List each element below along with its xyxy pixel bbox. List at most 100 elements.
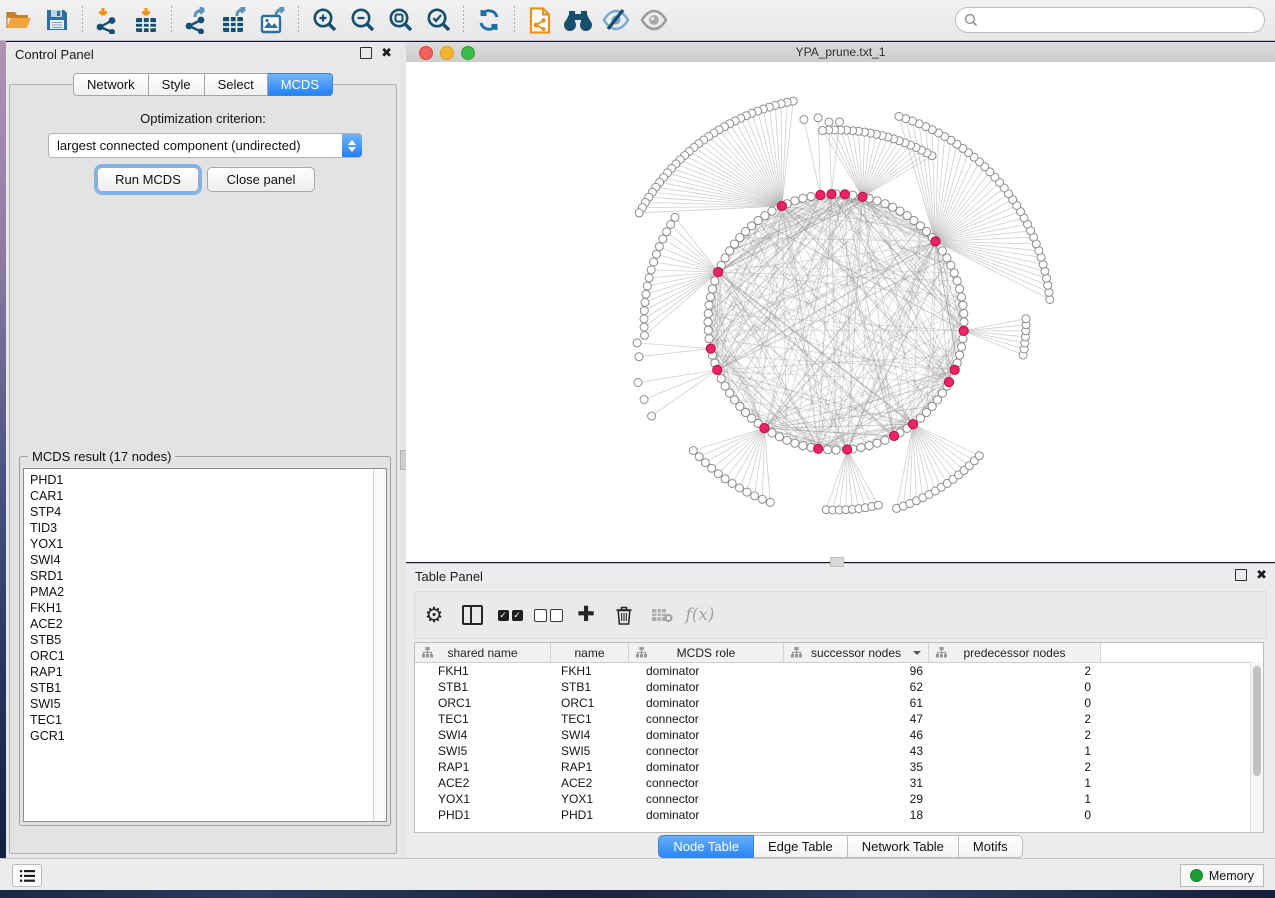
cell: YOX1 <box>551 792 629 806</box>
column-header-shared-name[interactable]: shared name <box>415 643 551 662</box>
table-row[interactable]: FKH1FKH1dominator962 <box>415 663 1263 679</box>
main-toolbar <box>0 0 1275 41</box>
network-document-icon[interactable] <box>521 3 559 37</box>
zoom-out-icon[interactable] <box>343 3 381 37</box>
cell: 18 <box>784 808 929 822</box>
select-all-icon[interactable]: ✓✓ <box>491 610 529 621</box>
mcds-result-item[interactable]: TID3 <box>30 520 386 536</box>
column-header-predecessor-nodes[interactable]: predecessor nodes <box>929 643 1101 662</box>
mcds-result-item[interactable]: STB1 <box>30 680 386 696</box>
search-box[interactable] <box>955 7 1265 33</box>
search-input[interactable] <box>983 12 1256 28</box>
export-image-icon[interactable] <box>254 3 292 37</box>
tab-edge-table[interactable]: Edge Table <box>754 835 848 858</box>
close-panel-button[interactable]: Close panel <box>207 167 315 192</box>
mcds-result-item[interactable]: FKH1 <box>30 600 386 616</box>
tab-motifs[interactable]: Motifs <box>959 835 1023 858</box>
float-panel-icon[interactable] <box>360 47 372 59</box>
network-view-window: YPA_prune.txt_1 <box>406 42 1275 562</box>
mcds-list-scrollbar[interactable] <box>373 469 386 821</box>
table-row[interactable]: RAP1RAP1dominator352 <box>415 759 1263 775</box>
export-network-icon[interactable] <box>178 3 216 37</box>
function-builder-icon: f(x) <box>681 605 719 625</box>
close-panel-icon[interactable]: ✖ <box>381 48 392 58</box>
table-row[interactable]: TEC1TEC1connector472 <box>415 711 1263 727</box>
table-row[interactable]: ACE2ACE2connector311 <box>415 775 1263 791</box>
close-panel-icon[interactable]: ✖ <box>1256 570 1267 580</box>
column-header-successor-nodes[interactable]: successor nodes <box>784 643 929 662</box>
refresh-layout-icon[interactable] <box>470 3 508 37</box>
mcds-result-item[interactable]: SWI5 <box>30 696 386 712</box>
cell: 62 <box>784 680 929 694</box>
node-table[interactable]: shared name name MCDS rolesuccessor nodes p… <box>414 642 1264 833</box>
table-settings-icon[interactable]: ⚙ <box>415 605 453 626</box>
select-stepper-icon <box>342 134 362 157</box>
show-columns-icon[interactable] <box>453 605 491 625</box>
show-panel-icon[interactable] <box>635 3 673 37</box>
tab-node-table[interactable]: Node Table <box>658 835 754 858</box>
import-network-icon[interactable] <box>89 3 127 37</box>
toolbar-separator <box>171 6 172 34</box>
cell: 46 <box>784 728 929 742</box>
cell: RAP1 <box>415 760 551 774</box>
hide-panel-icon[interactable] <box>597 3 635 37</box>
open-file-icon[interactable] <box>0 3 38 37</box>
table-row[interactable]: SWI5SWI5connector431 <box>415 743 1263 759</box>
tab-network[interactable]: Network <box>73 73 149 96</box>
run-mcds-button[interactable]: Run MCDS <box>97 167 199 192</box>
column-header-name[interactable]: name <box>551 643 629 662</box>
mcds-result-item[interactable]: SWI4 <box>30 552 386 568</box>
network-canvas[interactable] <box>406 62 1275 562</box>
table-row[interactable]: SWI4SWI4dominator462 <box>415 727 1263 743</box>
tab-network-table[interactable]: Network Table <box>848 835 959 858</box>
save-session-icon[interactable] <box>38 3 76 37</box>
table-panel-title: Table Panel <box>406 564 1275 588</box>
mcds-result-item[interactable]: PMA2 <box>30 584 386 600</box>
delete-icon[interactable] <box>605 605 643 626</box>
table-row[interactable]: YOX1YOX1connector291 <box>415 791 1263 807</box>
column-label: predecessor nodes <box>963 646 1065 660</box>
table-scrollbar[interactable] <box>1250 662 1263 832</box>
mcds-result-item[interactable]: GCR1 <box>30 728 386 744</box>
task-history-button[interactable] <box>12 864 42 887</box>
mcds-result-item[interactable]: STP4 <box>30 504 386 520</box>
mcds-result-item[interactable]: ORC1 <box>30 648 386 664</box>
cell: STB1 <box>551 680 629 694</box>
mcds-result-list[interactable]: PHD1CAR1STP4TID3YOX1SWI4SRD1PMA2FKH1ACE2… <box>23 468 387 822</box>
horizontal-splitter-grip[interactable] <box>830 557 844 567</box>
table-row[interactable]: PHD1PHD1dominator180 <box>415 807 1263 823</box>
mcds-result-item[interactable]: RAP1 <box>30 664 386 680</box>
scrollbar-thumb[interactable] <box>1253 666 1261 776</box>
zoom-fit-icon[interactable] <box>381 3 419 37</box>
tab-select[interactable]: Select <box>205 73 268 96</box>
mcds-result-item[interactable]: TEC1 <box>30 712 386 728</box>
mcds-result-item[interactable]: SRD1 <box>30 568 386 584</box>
zoom-in-icon[interactable] <box>305 3 343 37</box>
cell: ORC1 <box>551 696 629 710</box>
cell: dominator <box>629 664 784 678</box>
mcds-result-item[interactable]: PHD1 <box>30 472 386 488</box>
unselect-all-icon[interactable] <box>529 609 567 622</box>
zoom-selected-icon[interactable] <box>419 3 457 37</box>
mcds-result-item[interactable]: CAR1 <box>30 488 386 504</box>
memory-button[interactable]: Memory <box>1180 864 1264 887</box>
cell: PHD1 <box>415 808 551 822</box>
tab-mcds[interactable]: MCDS <box>268 73 333 96</box>
column-header-MCDS-role[interactable]: MCDS role <box>629 643 784 662</box>
cell: 0 <box>929 680 1101 694</box>
search-binoculars-icon[interactable] <box>559 3 597 37</box>
mcds-result-item[interactable]: ACE2 <box>30 616 386 632</box>
cell: YOX1 <box>415 792 551 806</box>
add-icon[interactable]: ✚ <box>567 605 605 625</box>
export-table-icon[interactable] <box>216 3 254 37</box>
optimization-criterion-select[interactable]: largest connected component (undirected) <box>48 133 362 158</box>
float-panel-icon[interactable] <box>1235 569 1247 581</box>
import-table-icon[interactable] <box>127 3 165 37</box>
table-row[interactable]: ORC1ORC1dominator610 <box>415 695 1263 711</box>
column-label: name <box>574 646 604 660</box>
mcds-result-item[interactable]: STB5 <box>30 632 386 648</box>
node-table-header: shared name name MCDS rolesuccessor nodes p… <box>415 643 1263 663</box>
table-row[interactable]: STB1STB1dominator620 <box>415 679 1263 695</box>
mcds-result-item[interactable]: YOX1 <box>30 536 386 552</box>
tab-style[interactable]: Style <box>149 73 205 96</box>
